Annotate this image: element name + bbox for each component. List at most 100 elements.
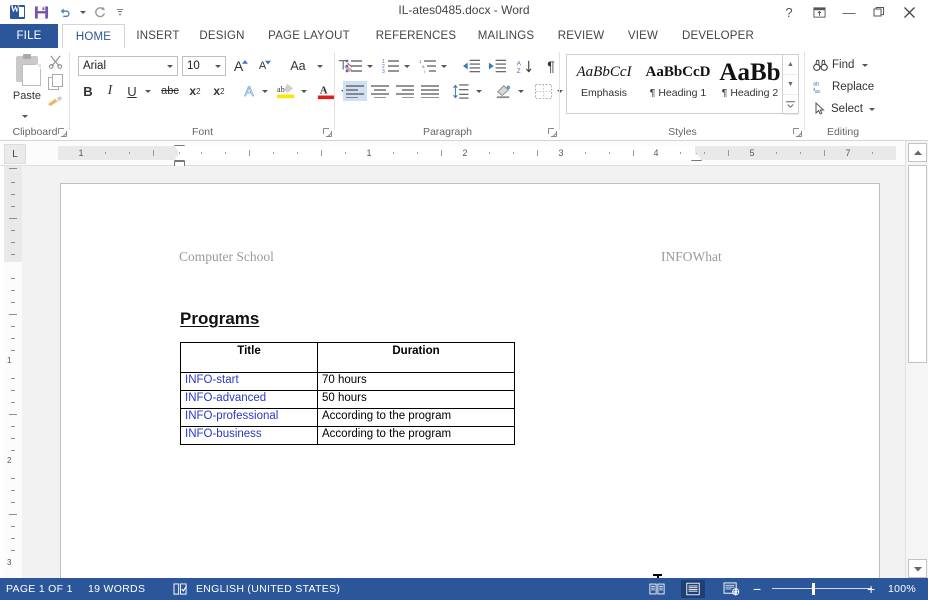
cell-title[interactable]: INFO-professional bbox=[180, 408, 318, 427]
font-dialog-launcher[interactable] bbox=[323, 128, 332, 137]
table-row[interactable]: INFO-professional According to the progr… bbox=[180, 408, 515, 427]
styles-more-button[interactable] bbox=[783, 95, 798, 115]
italic-button[interactable]: I bbox=[100, 81, 120, 101]
change-case-dropdown-icon[interactable] bbox=[314, 56, 326, 76]
clipboard-dialog-launcher[interactable] bbox=[58, 128, 67, 137]
sort-button[interactable]: AZ bbox=[513, 56, 537, 76]
subscript-button[interactable]: x2 bbox=[184, 81, 206, 101]
style-item-heading-2[interactable]: AaBb ¶ Heading 2 bbox=[715, 55, 785, 113]
grow-font-button[interactable]: A bbox=[230, 56, 252, 76]
help-button[interactable]: ? bbox=[774, 0, 804, 24]
bold-button[interactable]: B bbox=[78, 81, 98, 101]
status-word-count[interactable]: 19 WORDS bbox=[88, 578, 145, 600]
horizontal-ruler[interactable]: L 1 1 2 3 4 5 7 bbox=[0, 141, 906, 170]
numbering-dropdown-icon[interactable] bbox=[401, 56, 413, 76]
align-left-button[interactable] bbox=[343, 81, 367, 101]
align-right-button[interactable] bbox=[393, 81, 417, 101]
line-spacing-dropdown-icon[interactable] bbox=[473, 81, 485, 101]
zoom-slider-track[interactable] bbox=[772, 588, 872, 589]
minimize-button[interactable]: — bbox=[834, 0, 864, 24]
proofing-status-icon[interactable] bbox=[168, 580, 192, 598]
cell-title[interactable]: INFO-advanced bbox=[180, 390, 318, 409]
find-dropdown-icon[interactable] bbox=[862, 63, 869, 67]
find-button[interactable]: Find bbox=[813, 56, 869, 74]
select-dropdown-icon[interactable] bbox=[868, 107, 875, 111]
close-button[interactable] bbox=[894, 0, 924, 24]
paste-dropdown-icon[interactable] bbox=[22, 105, 28, 123]
styles-scroll-down-button[interactable]: ▼ bbox=[783, 75, 798, 95]
tab-mailings[interactable]: MAILINGS bbox=[470, 24, 542, 48]
styles-scroll-up-button[interactable]: ▲ bbox=[783, 55, 798, 75]
tab-view[interactable]: VIEW bbox=[620, 24, 666, 48]
text-effects-button[interactable]: A bbox=[238, 81, 260, 101]
align-center-button[interactable] bbox=[368, 81, 392, 101]
cell-duration[interactable]: According to the program bbox=[317, 408, 515, 427]
restore-button[interactable] bbox=[864, 0, 894, 24]
status-page-number[interactable]: PAGE 1 OF 1 bbox=[6, 578, 73, 600]
zoom-slider-thumb[interactable] bbox=[812, 583, 815, 595]
document-canvas[interactable]: Computer School INFOWhat Programs Title … bbox=[22, 166, 906, 578]
select-button[interactable]: Select bbox=[813, 100, 875, 118]
scroll-up-button[interactable] bbox=[908, 143, 927, 162]
underline-button[interactable]: U bbox=[122, 81, 142, 101]
view-read-mode-button[interactable] bbox=[645, 580, 669, 598]
vertical-ruler[interactable]: 1 2 3 bbox=[4, 166, 22, 578]
tab-file[interactable]: FILE bbox=[0, 24, 58, 48]
style-item-heading-1[interactable]: AaBbCcD ¶ Heading 1 bbox=[641, 55, 715, 113]
change-case-button[interactable]: Aa bbox=[282, 56, 314, 76]
shrink-font-button[interactable]: A bbox=[254, 56, 276, 76]
status-language[interactable]: ENGLISH (UNITED STATES) bbox=[196, 578, 340, 600]
font-name-dropdown-icon[interactable] bbox=[163, 57, 177, 75]
decrease-indent-button[interactable] bbox=[459, 56, 483, 76]
cut-icon[interactable] bbox=[48, 54, 63, 69]
multilevel-list-button[interactable]: 1ai bbox=[417, 56, 439, 76]
highlight-dropdown-icon[interactable] bbox=[298, 81, 310, 101]
view-print-layout-button[interactable] bbox=[681, 580, 705, 598]
cell-title[interactable]: INFO-start bbox=[180, 372, 318, 391]
increase-indent-button[interactable] bbox=[485, 56, 509, 76]
font-size-dropdown-icon[interactable] bbox=[211, 57, 225, 75]
bullets-dropdown-icon[interactable] bbox=[364, 56, 376, 76]
zoom-out-button[interactable]: − bbox=[753, 578, 761, 600]
shading-button[interactable] bbox=[491, 81, 515, 101]
text-effects-dropdown-icon[interactable] bbox=[259, 81, 271, 101]
programs-table[interactable]: Title Duration INFO-start 70 hours INFO-… bbox=[180, 342, 515, 445]
scrollbar-thumb[interactable] bbox=[908, 165, 927, 363]
cell-duration[interactable]: 50 hours bbox=[317, 390, 515, 409]
document-page[interactable]: Computer School INFOWhat Programs Title … bbox=[60, 183, 880, 578]
cell-title[interactable]: INFO-business bbox=[180, 426, 318, 445]
view-web-layout-button[interactable] bbox=[719, 580, 743, 598]
tab-page-layout[interactable]: PAGE LAYOUT bbox=[258, 24, 360, 48]
zoom-level-label[interactable]: 100% bbox=[888, 578, 916, 600]
font-name-combobox[interactable]: Arial bbox=[78, 56, 178, 76]
ribbon-display-options-button[interactable] bbox=[804, 0, 834, 24]
tab-home[interactable]: HOME bbox=[62, 24, 125, 48]
underline-dropdown-icon[interactable] bbox=[142, 81, 154, 101]
scroll-down-button[interactable] bbox=[908, 559, 927, 578]
zoom-in-button[interactable]: + bbox=[867, 578, 875, 600]
tab-insert[interactable]: INSERT bbox=[129, 24, 187, 48]
tab-developer[interactable]: DEVELOPER bbox=[672, 24, 764, 48]
cell-duration[interactable]: According to the program bbox=[317, 426, 515, 445]
borders-button[interactable] bbox=[531, 81, 555, 101]
ruler-bar[interactable]: 1 1 2 3 4 5 7 bbox=[58, 145, 896, 170]
style-item-emphasis[interactable]: AaBbCcI Emphasis bbox=[567, 55, 641, 113]
copy-icon[interactable] bbox=[48, 74, 64, 90]
tab-design[interactable]: DESIGN bbox=[192, 24, 252, 48]
multilevel-dropdown-icon[interactable] bbox=[438, 56, 450, 76]
strikethrough-button[interactable]: abc bbox=[158, 81, 182, 101]
justify-button[interactable] bbox=[418, 81, 442, 101]
line-spacing-button[interactable] bbox=[449, 81, 473, 101]
tab-stop-selector[interactable]: L bbox=[4, 144, 26, 164]
superscript-button[interactable]: x2 bbox=[208, 81, 230, 101]
paste-button[interactable] bbox=[12, 54, 42, 88]
format-painter-icon[interactable] bbox=[46, 94, 64, 109]
tab-references[interactable]: REFERENCES bbox=[366, 24, 466, 48]
table-row[interactable]: INFO-advanced 50 hours bbox=[180, 390, 515, 409]
font-size-combobox[interactable]: 10 bbox=[182, 56, 226, 76]
paragraph-dialog-launcher[interactable] bbox=[548, 128, 557, 137]
bullets-button[interactable] bbox=[343, 56, 365, 76]
replace-button[interactable]: ab ac Replace bbox=[813, 78, 874, 96]
shading-dropdown-icon[interactable] bbox=[515, 81, 527, 101]
vertical-scrollbar[interactable] bbox=[905, 141, 928, 578]
